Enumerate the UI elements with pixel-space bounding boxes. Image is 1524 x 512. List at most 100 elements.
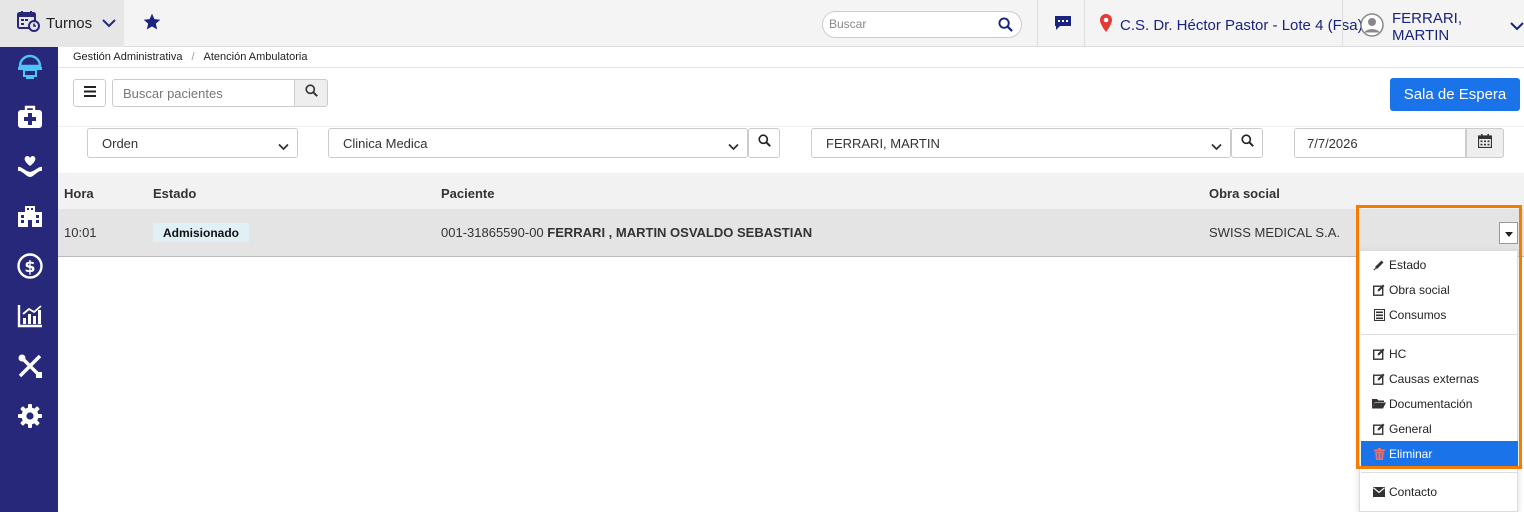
menu-item-causas-externas[interactable]: Causas externas — [1361, 366, 1518, 391]
svg-text:$: $ — [24, 257, 35, 276]
menu-divider — [1361, 472, 1518, 473]
status-badge: Admisionado — [153, 223, 250, 242]
pencil-icon — [1372, 259, 1386, 271]
global-search-input[interactable] — [829, 17, 989, 31]
date-value: 7/7/2026 — [1307, 135, 1358, 151]
patient-name: FERRARI , MARTIN OSVALDO SEBASTIAN — [547, 225, 813, 240]
menu-button[interactable] — [73, 79, 106, 107]
divider — [1342, 0, 1343, 47]
top-bar: Turnos C.S. Dr. Héctor Pastor - Lote 4 (… — [0, 0, 1524, 47]
trash-icon — [1372, 447, 1386, 460]
menu-item-documentacion[interactable]: Documentación — [1361, 391, 1518, 416]
menu-item-obra-social[interactable]: Obra social — [1361, 277, 1518, 302]
column-header-estado: Estado — [153, 186, 197, 201]
medical-kit-icon — [17, 105, 43, 134]
patient-search-input[interactable] — [112, 79, 295, 107]
dollar-circle-icon: $ — [17, 252, 43, 284]
patient-search — [112, 79, 328, 107]
menu-item-contacto[interactable]: Contacto — [1361, 479, 1518, 504]
professional-select[interactable]: FERRARI, MARTIN — [811, 128, 1231, 158]
menu-item-hc[interactable]: HC — [1361, 341, 1518, 366]
caret-down-icon — [1504, 224, 1513, 242]
menu-divider — [1361, 334, 1518, 335]
sidebar-item-settings[interactable] — [16, 403, 44, 434]
menu-item-label: HC — [1389, 346, 1407, 361]
cell-hora: 10:01 — [64, 225, 97, 240]
sidebar-item-reception[interactable] — [16, 54, 44, 83]
row-actions-menu: Estado Obra social Consumos HC Causas ex… — [1359, 250, 1518, 512]
building-icon — [17, 204, 43, 233]
user-menu[interactable]: FERRARI, MARTIN — [1360, 10, 1524, 44]
sidebar-item-billing[interactable]: $ — [16, 252, 44, 284]
module-selector[interactable]: Turnos — [0, 0, 124, 47]
calendar-button[interactable] — [1466, 128, 1504, 158]
chat-icon[interactable] — [1054, 15, 1072, 36]
hamburger-icon — [83, 84, 96, 102]
cell-obra-social: SWISS MEDICAL S.A. — [1209, 225, 1340, 240]
table-header: Hora Estado Paciente Obra social — [58, 173, 1524, 209]
calendar-icon — [1477, 133, 1493, 153]
menu-item-label: General — [1389, 421, 1432, 436]
order-select[interactable]: Orden — [87, 128, 298, 158]
global-search[interactable] — [822, 11, 1022, 38]
chevron-down-icon — [1510, 18, 1524, 36]
menu-item-label: Obra social — [1389, 282, 1450, 297]
folder-icon — [1372, 398, 1386, 410]
menu-item-label: Eliminar — [1389, 446, 1433, 461]
divider — [58, 126, 1524, 127]
menu-item-general[interactable]: General — [1361, 416, 1518, 441]
cell-paciente: 001-31865590-00 FERRARI , MARTIN OSVALDO… — [441, 225, 812, 240]
avatar — [1360, 12, 1384, 42]
menu-item-label: Documentación — [1389, 396, 1473, 411]
chevron-down-icon — [102, 15, 116, 33]
search-icon[interactable] — [998, 17, 1013, 37]
location-label: C.S. Dr. Héctor Pastor - Lote 4 (Fsa) — [1120, 17, 1363, 34]
edit-icon — [1372, 373, 1386, 385]
chevron-down-icon — [278, 139, 289, 154]
chevron-down-icon — [1211, 139, 1222, 154]
sidebar-item-tools[interactable] — [16, 354, 44, 382]
divider — [1037, 0, 1038, 47]
menu-item-estado[interactable]: Estado — [1361, 252, 1518, 277]
breadcrumb: Gestión Administrativa / Atención Ambula… — [73, 51, 307, 63]
menu-item-label: Causas externas — [1389, 371, 1480, 386]
hand-heart-icon — [17, 155, 43, 184]
search-icon — [757, 134, 771, 152]
specialty-search-button[interactable] — [748, 128, 780, 158]
column-header-obra-social: Obra social — [1209, 186, 1280, 201]
search-icon — [304, 84, 318, 102]
column-header-paciente: Paciente — [441, 186, 495, 201]
sidebar-item-medical-kit[interactable] — [16, 105, 44, 133]
divider — [1084, 0, 1085, 47]
favorites-star-icon[interactable] — [142, 12, 162, 37]
menu-item-label: Consumos — [1389, 307, 1447, 322]
location-selector[interactable]: C.S. Dr. Héctor Pastor - Lote 4 (Fsa) — [1100, 14, 1363, 37]
gear-icon — [17, 403, 43, 434]
map-pin-icon — [1100, 14, 1112, 37]
menu-item-consumos[interactable]: Consumos — [1361, 302, 1518, 327]
breadcrumb-item: Atención Ambulatoria — [203, 51, 308, 63]
specialty-select[interactable]: Clinica Medica — [328, 128, 748, 158]
sidebar-item-reports[interactable] — [16, 304, 44, 332]
specialty-select-value: Clinica Medica — [343, 135, 428, 151]
row-actions-button[interactable] — [1499, 222, 1518, 244]
sala-de-espera-button[interactable]: Sala de Espera — [1390, 78, 1520, 111]
user-name: FERRARI, MARTIN — [1392, 10, 1463, 44]
sidebar-item-care[interactable] — [16, 155, 44, 183]
list-icon — [1372, 308, 1386, 321]
tools-icon — [17, 353, 43, 384]
table-row[interactable]: 10:01 Admisionado 001-31865590-00 FERRAR… — [58, 209, 1524, 257]
envelope-icon — [1372, 486, 1386, 498]
chevron-down-icon — [728, 139, 739, 154]
edit-icon — [1372, 423, 1386, 435]
patient-search-button[interactable] — [294, 79, 328, 107]
breadcrumb-separator: / — [191, 51, 195, 63]
date-field[interactable]: 7/7/2026 — [1294, 128, 1466, 158]
column-header-hora: Hora — [64, 186, 94, 201]
menu-item-eliminar[interactable]: Eliminar — [1361, 441, 1518, 466]
breadcrumb-item[interactable]: Gestión Administrativa — [73, 51, 182, 63]
menu-item-label: Contacto — [1389, 484, 1438, 499]
professional-search-button[interactable] — [1231, 128, 1263, 158]
sidebar-item-institution[interactable] — [16, 204, 44, 232]
divider — [58, 67, 1524, 68]
